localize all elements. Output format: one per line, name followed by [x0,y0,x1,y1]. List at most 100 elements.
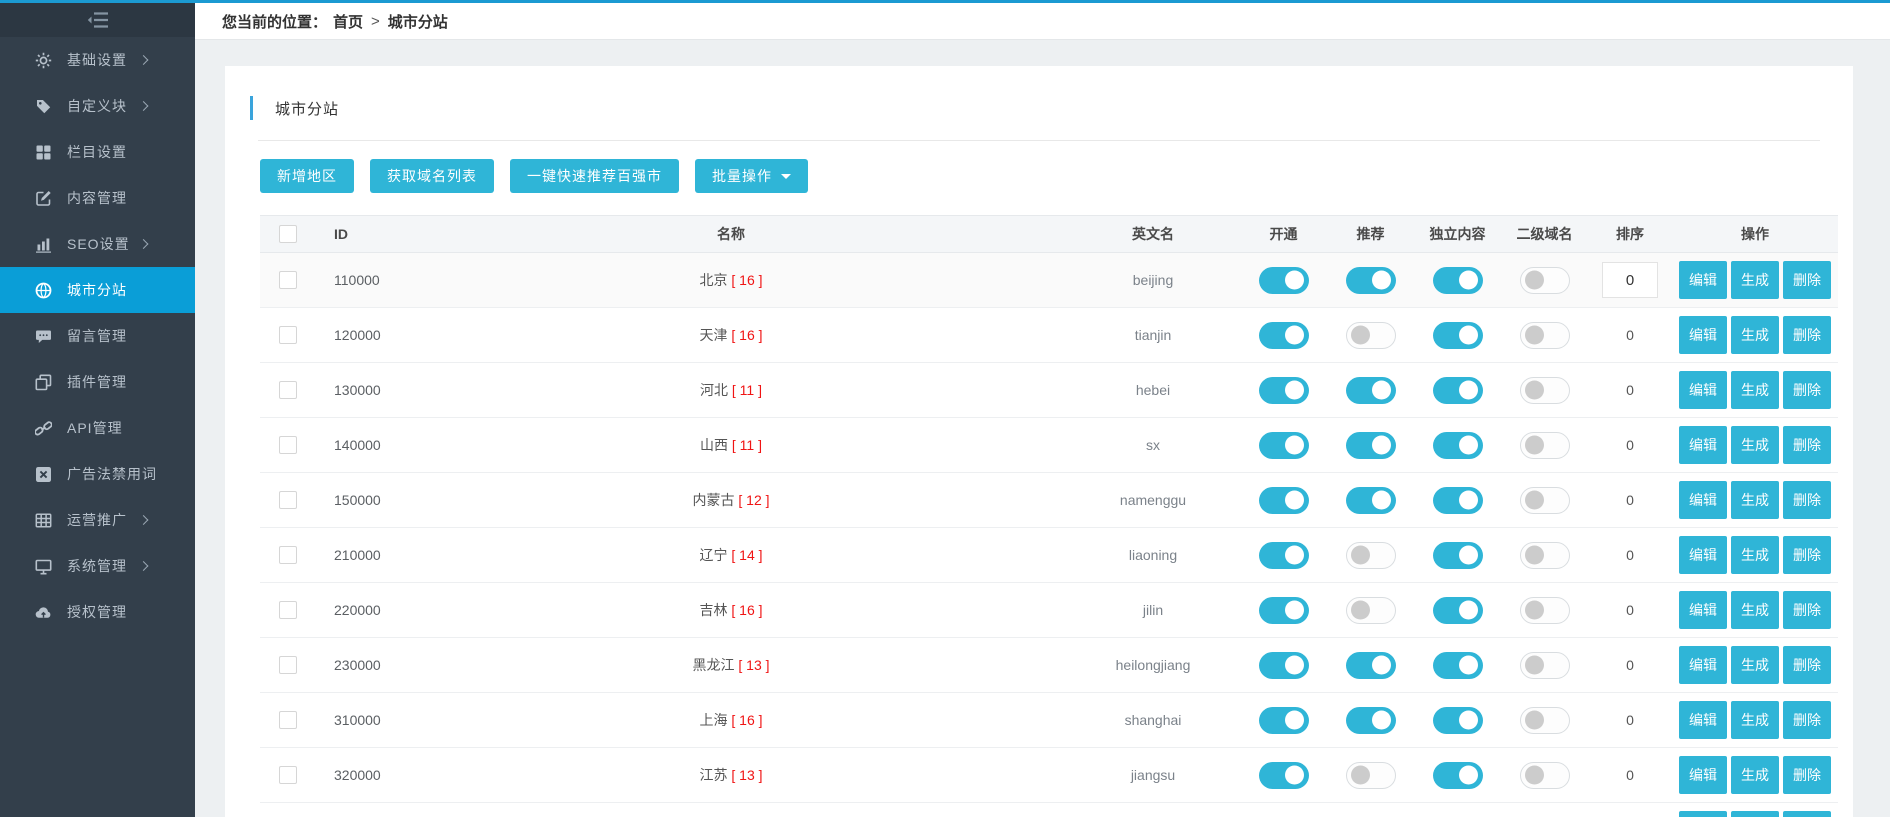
generate-button[interactable]: 生成 [1731,701,1779,739]
toggle-sub[interactable] [1520,267,1570,294]
delete-button[interactable]: 删除 [1783,261,1831,299]
menu-toggle-icon[interactable] [87,11,109,29]
toggle-ind[interactable] [1433,707,1483,734]
delete-button[interactable]: 删除 [1783,701,1831,739]
toggle-sub[interactable] [1520,432,1570,459]
quick-recommend-button[interactable]: 一键快速推荐百强市 [510,159,679,193]
sidebar-item-seo-settings[interactable]: SEO设置 [0,221,195,267]
sidebar-item-city-sites[interactable]: 城市分站 [0,267,195,313]
delete-button[interactable]: 删除 [1783,811,1831,817]
toggle-ind[interactable] [1433,597,1483,624]
toggle-sub[interactable] [1520,762,1570,789]
toggle-rec[interactable] [1346,377,1396,404]
toggle-sub[interactable] [1520,487,1570,514]
toggle-sub[interactable] [1520,652,1570,679]
delete-button[interactable]: 删除 [1783,316,1831,354]
edit-button[interactable]: 编辑 [1679,591,1727,629]
generate-button[interactable]: 生成 [1731,371,1779,409]
delete-button[interactable]: 删除 [1783,426,1831,464]
toggle-open[interactable] [1259,762,1309,789]
row-checkbox[interactable] [279,381,297,399]
edit-button[interactable]: 编辑 [1679,701,1727,739]
delete-button[interactable]: 删除 [1783,591,1831,629]
row-checkbox[interactable] [279,271,297,289]
edit-button[interactable]: 编辑 [1679,481,1727,519]
toggle-rec[interactable] [1346,762,1396,789]
row-checkbox[interactable] [279,656,297,674]
sidebar-item-plugin-mgmt[interactable]: 插件管理 [0,359,195,405]
toggle-rec[interactable] [1346,707,1396,734]
generate-button[interactable]: 生成 [1731,316,1779,354]
toggle-ind[interactable] [1433,762,1483,789]
toggle-rec[interactable] [1346,267,1396,294]
toggle-ind[interactable] [1433,542,1483,569]
edit-button[interactable]: 编辑 [1679,756,1727,794]
toggle-ind[interactable] [1433,267,1483,294]
toggle-rec[interactable] [1346,487,1396,514]
edit-button[interactable]: 编辑 [1679,261,1727,299]
edit-button[interactable]: 编辑 [1679,316,1727,354]
generate-button[interactable]: 生成 [1731,481,1779,519]
toggle-rec[interactable] [1346,432,1396,459]
breadcrumb-home-link[interactable]: 首页 [333,11,363,32]
delete-button[interactable]: 删除 [1783,536,1831,574]
toggle-ind[interactable] [1433,652,1483,679]
sort-input[interactable] [1602,262,1658,298]
toggle-open[interactable] [1259,597,1309,624]
generate-button[interactable]: 生成 [1731,811,1779,817]
row-checkbox[interactable] [279,711,297,729]
sidebar-item-basic-settings[interactable]: 基础设置 [0,37,195,83]
toggle-ind[interactable] [1433,322,1483,349]
delete-button[interactable]: 删除 [1783,756,1831,794]
toggle-open[interactable] [1259,542,1309,569]
sidebar-item-system-mgmt[interactable]: 系统管理 [0,543,195,589]
toggle-open[interactable] [1259,322,1309,349]
delete-button[interactable]: 删除 [1783,481,1831,519]
sidebar-item-auth-mgmt[interactable]: 授权管理 [0,589,195,635]
toggle-open[interactable] [1259,432,1309,459]
delete-button[interactable]: 删除 [1783,371,1831,409]
edit-button[interactable]: 编辑 [1679,371,1727,409]
sidebar-item-custom-blocks[interactable]: 自定义块 [0,83,195,129]
toggle-open[interactable] [1259,487,1309,514]
row-checkbox[interactable] [279,491,297,509]
toggle-rec[interactable] [1346,652,1396,679]
get-domain-list-button[interactable]: 获取域名列表 [370,159,494,193]
generate-button[interactable]: 生成 [1731,426,1779,464]
toggle-open[interactable] [1259,707,1309,734]
edit-button[interactable]: 编辑 [1679,426,1727,464]
generate-button[interactable]: 生成 [1731,536,1779,574]
toggle-rec[interactable] [1346,322,1396,349]
sidebar-item-column-settings[interactable]: 栏目设置 [0,129,195,175]
select-all-checkbox[interactable] [279,225,297,243]
generate-button[interactable]: 生成 [1731,646,1779,684]
row-checkbox[interactable] [279,601,297,619]
toggle-sub[interactable] [1520,377,1570,404]
row-checkbox[interactable] [279,436,297,454]
toggle-sub[interactable] [1520,322,1570,349]
batch-actions-dropdown[interactable]: 批量操作 [695,159,808,193]
sidebar-item-api-mgmt[interactable]: API管理 [0,405,195,451]
edit-button[interactable]: 编辑 [1679,811,1727,817]
toggle-open[interactable] [1259,652,1309,679]
toggle-rec[interactable] [1346,542,1396,569]
generate-button[interactable]: 生成 [1731,261,1779,299]
toggle-sub[interactable] [1520,707,1570,734]
edit-button[interactable]: 编辑 [1679,646,1727,684]
sidebar-item-content-mgmt[interactable]: 内容管理 [0,175,195,221]
toggle-open[interactable] [1259,267,1309,294]
sidebar-item-operation-promo[interactable]: 运营推广 [0,497,195,543]
delete-button[interactable]: 删除 [1783,646,1831,684]
toggle-ind[interactable] [1433,487,1483,514]
add-region-button[interactable]: 新增地区 [260,159,354,193]
sidebar-item-message-mgmt[interactable]: 留言管理 [0,313,195,359]
row-checkbox[interactable] [279,326,297,344]
toggle-sub[interactable] [1520,597,1570,624]
toggle-ind[interactable] [1433,432,1483,459]
row-checkbox[interactable] [279,766,297,784]
generate-button[interactable]: 生成 [1731,756,1779,794]
row-checkbox[interactable] [279,546,297,564]
toggle-open[interactable] [1259,377,1309,404]
toggle-sub[interactable] [1520,542,1570,569]
toggle-ind[interactable] [1433,377,1483,404]
